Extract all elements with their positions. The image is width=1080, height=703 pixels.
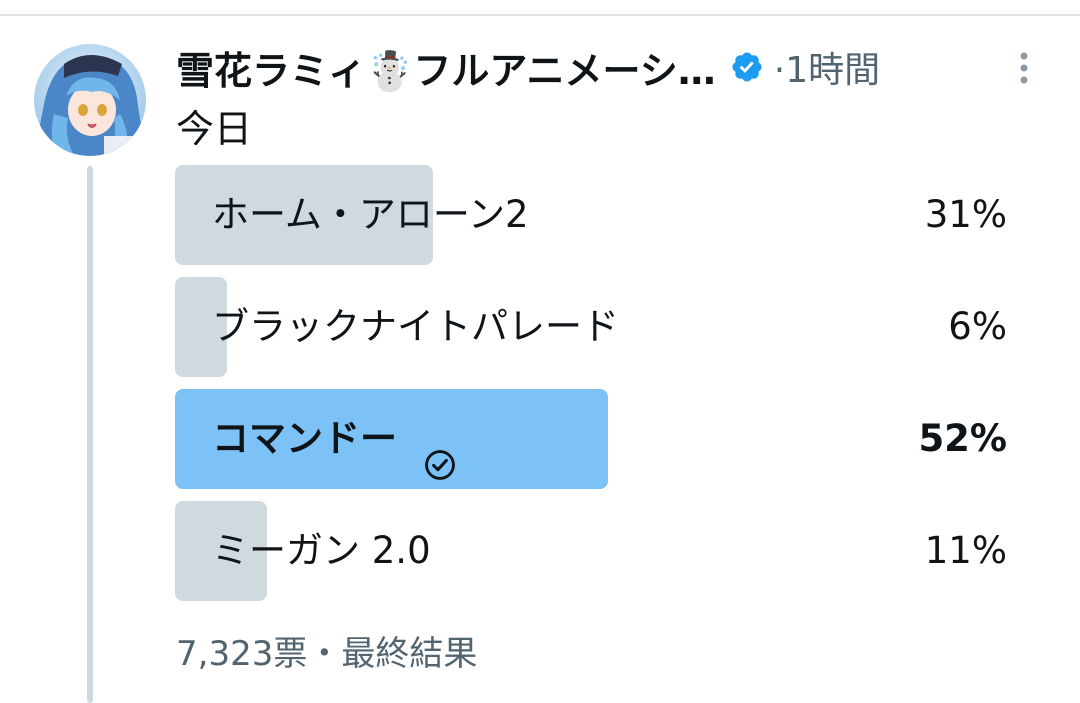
display-name[interactable]: 雪花ラミィ☃️フルアニメーシ… xyxy=(176,40,716,95)
poll-option-percent: 31% xyxy=(924,193,1007,236)
poll-option-label: ミーガン 2.0 xyxy=(212,501,431,601)
poll-option-text: ミーガン 2.0 xyxy=(212,529,431,572)
poll-option-text: ホーム・アローン2 xyxy=(212,193,529,236)
poll-option-text: コマンドー xyxy=(212,417,397,460)
verified-badge-icon xyxy=(730,50,764,84)
check-circle-icon xyxy=(423,420,457,480)
poll-option-label: ブラックナイトパレード xyxy=(212,277,619,377)
poll-option-label: コマンドー xyxy=(212,389,457,489)
top-divider xyxy=(0,14,1080,16)
avatar-image xyxy=(34,44,146,156)
poll-option-label: ホーム・アローン2 xyxy=(212,165,529,265)
poll-option-text: ブラックナイトパレード xyxy=(212,305,619,348)
poll-option-percent: 11% xyxy=(924,529,1007,572)
more-options-icon[interactable] xyxy=(1010,48,1038,88)
poll-option-percent: 6% xyxy=(948,305,1007,348)
poll-option-percent: 52% xyxy=(918,417,1007,460)
tweet-text: 今日 xyxy=(176,107,253,151)
tweet-header: 雪花ラミィ☃️フルアニメーシ… ·1時間 xyxy=(176,40,880,94)
tweet-timestamp[interactable]: ·1時間 xyxy=(774,41,880,93)
poll-option: コマンドー 52% xyxy=(175,389,1007,491)
avatar[interactable] xyxy=(34,44,146,156)
poll-footer: 7,323票・最終結果 xyxy=(176,634,478,674)
poll-option: ホーム・アローン2 31% xyxy=(175,165,1007,267)
poll-option: ミーガン 2.0 11% xyxy=(175,501,1007,603)
thread-line xyxy=(87,166,93,703)
poll-option: ブラックナイトパレード 6% xyxy=(175,277,1007,379)
